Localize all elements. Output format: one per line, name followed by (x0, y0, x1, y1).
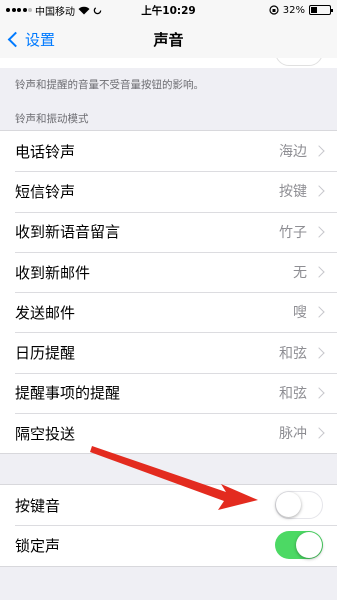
back-button[interactable]: 设置 (6, 20, 55, 58)
partial-toggle[interactable] (275, 58, 323, 66)
list-item[interactable]: 发送邮件 嗖 (0, 292, 337, 332)
row-value: 脉冲 (279, 426, 307, 443)
battery-icon (309, 5, 333, 15)
row-label: 电话铃声 (15, 142, 76, 161)
row-value: 和弦 (279, 385, 307, 402)
toggle-list: 按键音 锁定声 (0, 484, 337, 567)
loading-icon (93, 6, 102, 14)
chevron-right-icon (313, 306, 325, 318)
toggle-knob (296, 532, 322, 559)
navigation-bar: 设置 声音 (0, 20, 337, 58)
battery-fill (311, 7, 317, 13)
row-value: 竹子 (279, 224, 307, 241)
status-left: 中国移动 (6, 3, 126, 18)
chevron-right-icon (313, 346, 325, 359)
keyboard-clicks-toggle[interactable] (275, 491, 323, 520)
row-label: 发送邮件 (15, 303, 76, 322)
row-label: 按键音 (15, 496, 61, 515)
partial-row (0, 58, 337, 68)
row-label: 收到新邮件 (15, 263, 91, 282)
back-label: 设置 (25, 30, 56, 49)
chevron-right-icon (313, 185, 325, 198)
carrier-label: 中国移动 (35, 6, 75, 18)
row-label: 隔空投送 (15, 424, 76, 443)
row-value: 无 (293, 265, 307, 282)
chevron-right-icon (313, 145, 325, 157)
list-item[interactable]: 日历提醒 和弦 (0, 332, 337, 372)
lock-sound-row: 锁定声 (0, 525, 337, 565)
section-header: 铃声和振动模式 (15, 113, 89, 125)
row-label: 日历提醒 (15, 344, 76, 363)
row-label: 提醒事项的提醒 (15, 384, 121, 403)
wifi-icon (78, 6, 90, 14)
rotation-lock-icon (269, 5, 279, 15)
chevron-right-icon (313, 387, 325, 399)
battery-percent: 32% (282, 4, 305, 16)
row-value: 海边 (279, 144, 307, 161)
chevron-right-icon (313, 226, 325, 238)
list-item[interactable]: 隔空投送 脉冲 (0, 413, 337, 453)
signal-icon (6, 8, 32, 12)
status-time: 上午10:29 (141, 4, 196, 17)
keyboard-clicks-row: 按键音 (0, 485, 337, 525)
row-label: 短信铃声 (15, 182, 76, 201)
sound-list: 电话铃声 海边 短信铃声 按键 收到新语音留言 竹子 收到新邮件 无 发送邮件 嗖 日历提… (0, 130, 337, 455)
row-label: 锁定声 (15, 536, 61, 555)
volume-footnote: 铃声和提醒的音量不受音量按钮的影响。 (15, 79, 204, 91)
status-right: 32% (211, 4, 333, 16)
list-item[interactable]: 短信铃声 按键 (0, 171, 337, 211)
row-value: 按键 (279, 184, 307, 201)
status-bar: 中国移动 上午10:29 32% (0, 0, 337, 20)
row-value: 嗖 (293, 305, 307, 322)
chevron-right-icon (313, 266, 325, 278)
list-item[interactable]: 收到新邮件 无 (0, 251, 337, 292)
list-item[interactable]: 收到新语音留言 竹子 (0, 211, 337, 252)
list-item[interactable]: 提醒事项的提醒 和弦 (0, 372, 337, 413)
chevron-left-icon (7, 31, 24, 47)
chevron-right-icon (313, 427, 325, 439)
row-value: 和弦 (279, 345, 307, 362)
lock-sound-toggle[interactable] (275, 531, 323, 560)
row-label: 收到新语音留言 (15, 223, 121, 242)
toggle-knob (276, 492, 301, 518)
list-item[interactable]: 电话铃声 海边 (0, 131, 337, 171)
